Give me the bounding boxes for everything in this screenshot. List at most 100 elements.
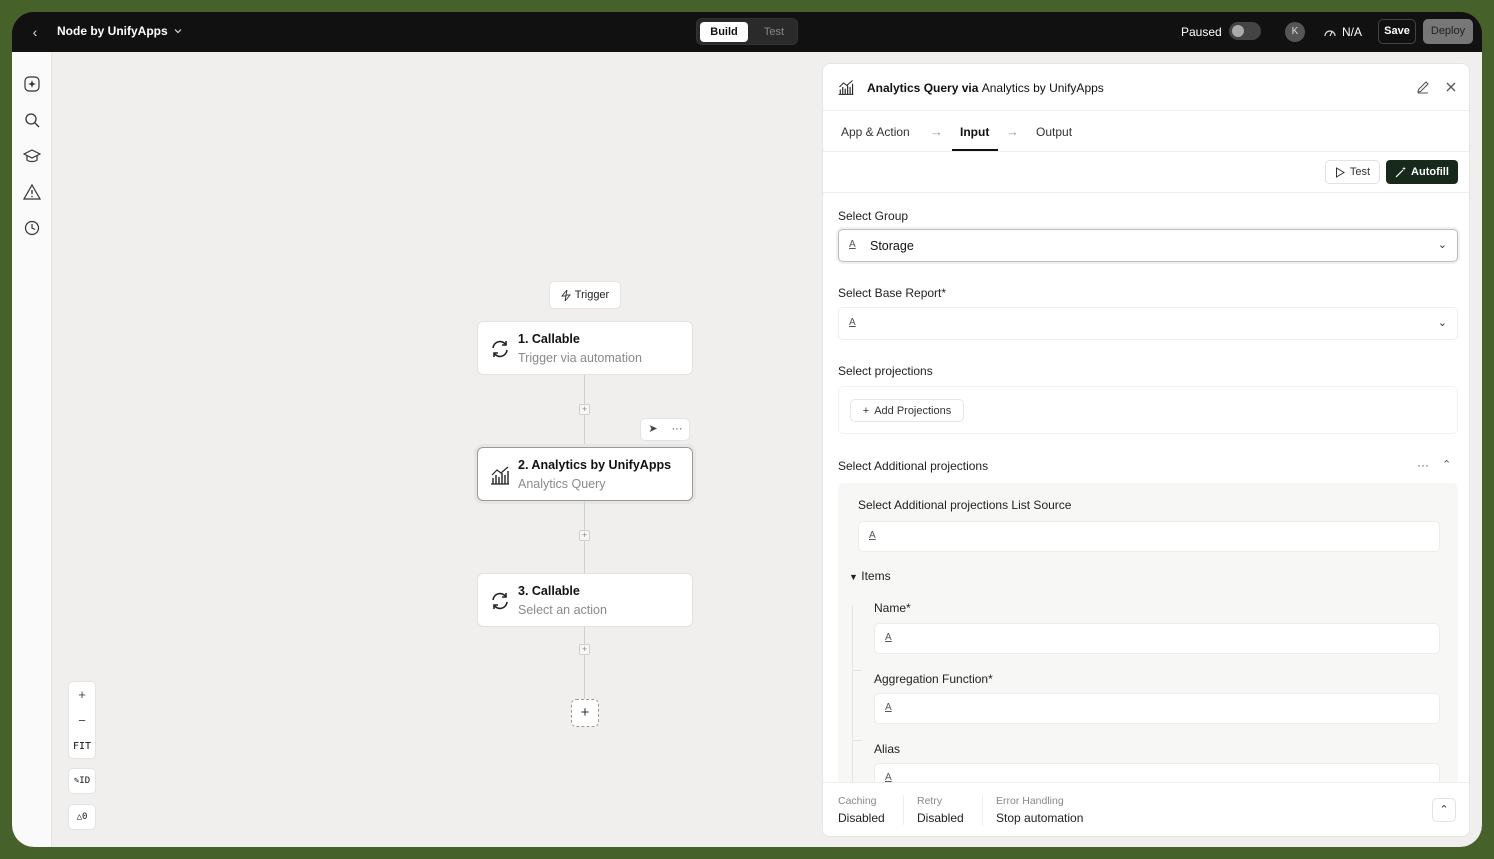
connector-line	[584, 627, 585, 699]
add-step-button[interactable]: +	[579, 644, 590, 655]
retry-value: Disabled	[917, 811, 964, 825]
zoom-in-button[interactable]: +	[69, 682, 95, 708]
retry-setting[interactable]: Retry Disabled	[917, 795, 964, 825]
tree-tick	[852, 740, 862, 741]
paused-label: Paused	[1181, 25, 1222, 39]
items-toggle[interactable]: ▼ Items	[849, 569, 891, 583]
node-toolbar: ➤ ···	[640, 418, 690, 441]
chevron-up-icon[interactable]: ⌃	[1442, 458, 1451, 471]
lightning-icon	[560, 289, 571, 301]
id-label: ID	[79, 776, 91, 786]
workflow-canvas[interactable]: Trigger 1. Callable Trigger via automati…	[52, 52, 1482, 847]
workflow-node-3[interactable]: 3. Callable Select an action	[477, 573, 693, 627]
active-tab-indicator	[952, 149, 998, 151]
zoom-controls: + − FIT	[68, 681, 96, 759]
tree-tick	[852, 670, 862, 671]
app-switcher[interactable]: Node by UnifyApps	[57, 24, 183, 38]
projections-box: + Add Projections	[838, 386, 1458, 434]
workflow-node-2[interactable]: 2. Analytics by UnifyApps Analytics Quer…	[477, 447, 693, 501]
edit-icon[interactable]	[1415, 79, 1431, 95]
play-icon	[1335, 166, 1345, 178]
save-button[interactable]: Save	[1378, 19, 1416, 44]
toggle-knob	[1232, 25, 1244, 37]
avatar[interactable]: K	[1285, 22, 1305, 42]
caching-value: Disabled	[838, 811, 885, 825]
mode-build-button[interactable]: Build	[700, 22, 748, 42]
app-name: Node by UnifyApps	[57, 24, 168, 38]
warnings-button[interactable]: △0	[68, 804, 96, 830]
node-subtitle: Select an action	[518, 603, 607, 617]
base-report-dropdown[interactable]: A ⌄	[838, 307, 1458, 340]
expand-footer-button[interactable]: ⌃	[1432, 798, 1456, 822]
alias-label: Alias	[874, 742, 901, 756]
mode-test-button[interactable]: Test	[752, 22, 796, 42]
list-source-label: Select Additional projections List Sourc…	[858, 498, 1072, 512]
divider	[903, 795, 904, 825]
analytics-chart-icon	[838, 80, 854, 95]
step-config-panel: Analytics Query via Analytics by UnifyAp…	[822, 63, 1470, 837]
add-step-button[interactable]: +	[579, 530, 590, 541]
error-key: Error Handling	[996, 795, 1064, 807]
more-options-icon[interactable]: ···	[665, 419, 689, 440]
top-bar: ‹ Node by UnifyApps Build Test Paused K …	[12, 12, 1482, 52]
autofill-button[interactable]: Autofill	[1386, 160, 1458, 184]
text-type-icon: A	[885, 632, 892, 643]
zoom-out-button[interactable]: −	[69, 708, 95, 734]
back-chevron-icon[interactable]: ‹	[26, 23, 44, 41]
list-source-input[interactable]: A	[858, 521, 1440, 552]
deploy-button[interactable]: Deploy	[1423, 19, 1473, 44]
error-value: Stop automation	[996, 811, 1084, 825]
status-indicator[interactable]: N/A	[1323, 25, 1362, 39]
node-title: 1. Callable	[518, 332, 580, 346]
warning-icon[interactable]	[23, 183, 41, 201]
ai-sparkle-icon[interactable]	[23, 75, 41, 93]
refresh-icon	[492, 340, 508, 358]
history-icon[interactable]	[23, 219, 41, 237]
arrow-right-icon: →	[1006, 124, 1019, 139]
aggregation-input[interactable]: A	[874, 693, 1440, 724]
base-report-label: Select Base Report*	[838, 286, 947, 300]
close-icon[interactable]	[1443, 79, 1459, 95]
tab-output[interactable]: Output	[1036, 125, 1072, 139]
aggregation-label: Aggregation Function*	[874, 672, 993, 686]
plus-icon: +	[862, 404, 870, 417]
tab-input[interactable]: Input	[960, 125, 989, 139]
text-type-icon: A	[885, 702, 892, 713]
node-subtitle: Trigger via automation	[518, 351, 642, 365]
chevron-up-icon: ⌃	[1439, 804, 1449, 816]
cursor-icon[interactable]: ➤	[641, 419, 665, 440]
text-type-icon: A	[849, 317, 856, 328]
text-type-icon: A	[869, 530, 876, 541]
additional-projections-label: Select Additional projections	[838, 459, 989, 473]
app-window: ‹ Node by UnifyApps Build Test Paused K …	[12, 12, 1482, 847]
id-toggle-button[interactable]: ✎ID	[68, 768, 96, 794]
name-input[interactable]: A	[874, 623, 1440, 654]
test-button[interactable]: Test	[1325, 160, 1380, 184]
node-subtitle: Analytics Query	[518, 477, 606, 491]
status-text: N/A	[1342, 25, 1363, 39]
magic-wand-icon	[1395, 166, 1407, 178]
error-handling-setting[interactable]: Error Handling Stop automation	[996, 795, 1083, 825]
arrow-right-icon: →	[930, 124, 943, 139]
caching-setting[interactable]: Caching Disabled	[838, 795, 885, 825]
add-projections-button[interactable]: + Add Projections	[850, 399, 964, 422]
autofill-label: Autofill	[1411, 166, 1449, 178]
add-final-step-button[interactable]: +	[571, 699, 599, 727]
graduation-cap-icon[interactable]	[23, 147, 41, 165]
trigger-button[interactable]: Trigger	[549, 281, 621, 309]
search-icon[interactable]	[23, 111, 41, 129]
add-projections-label: Add Projections	[874, 404, 952, 417]
refresh-icon	[492, 592, 508, 610]
more-options-icon[interactable]: ···	[1417, 458, 1429, 472]
trigger-label: Trigger	[574, 289, 610, 301]
paused-toggle[interactable]	[1229, 22, 1261, 40]
tab-app-action[interactable]: App & Action	[841, 125, 910, 139]
analytics-chart-icon	[491, 466, 509, 485]
retry-key: Retry	[917, 795, 943, 807]
fit-view-button[interactable]: FIT	[69, 734, 95, 760]
select-group-dropdown[interactable]: A Storage ⌄	[838, 229, 1458, 262]
left-rail	[12, 52, 52, 847]
workflow-node-1[interactable]: 1. Callable Trigger via automation	[477, 321, 693, 375]
add-step-button[interactable]: +	[579, 404, 590, 415]
select-group-label: Select Group	[838, 209, 909, 223]
